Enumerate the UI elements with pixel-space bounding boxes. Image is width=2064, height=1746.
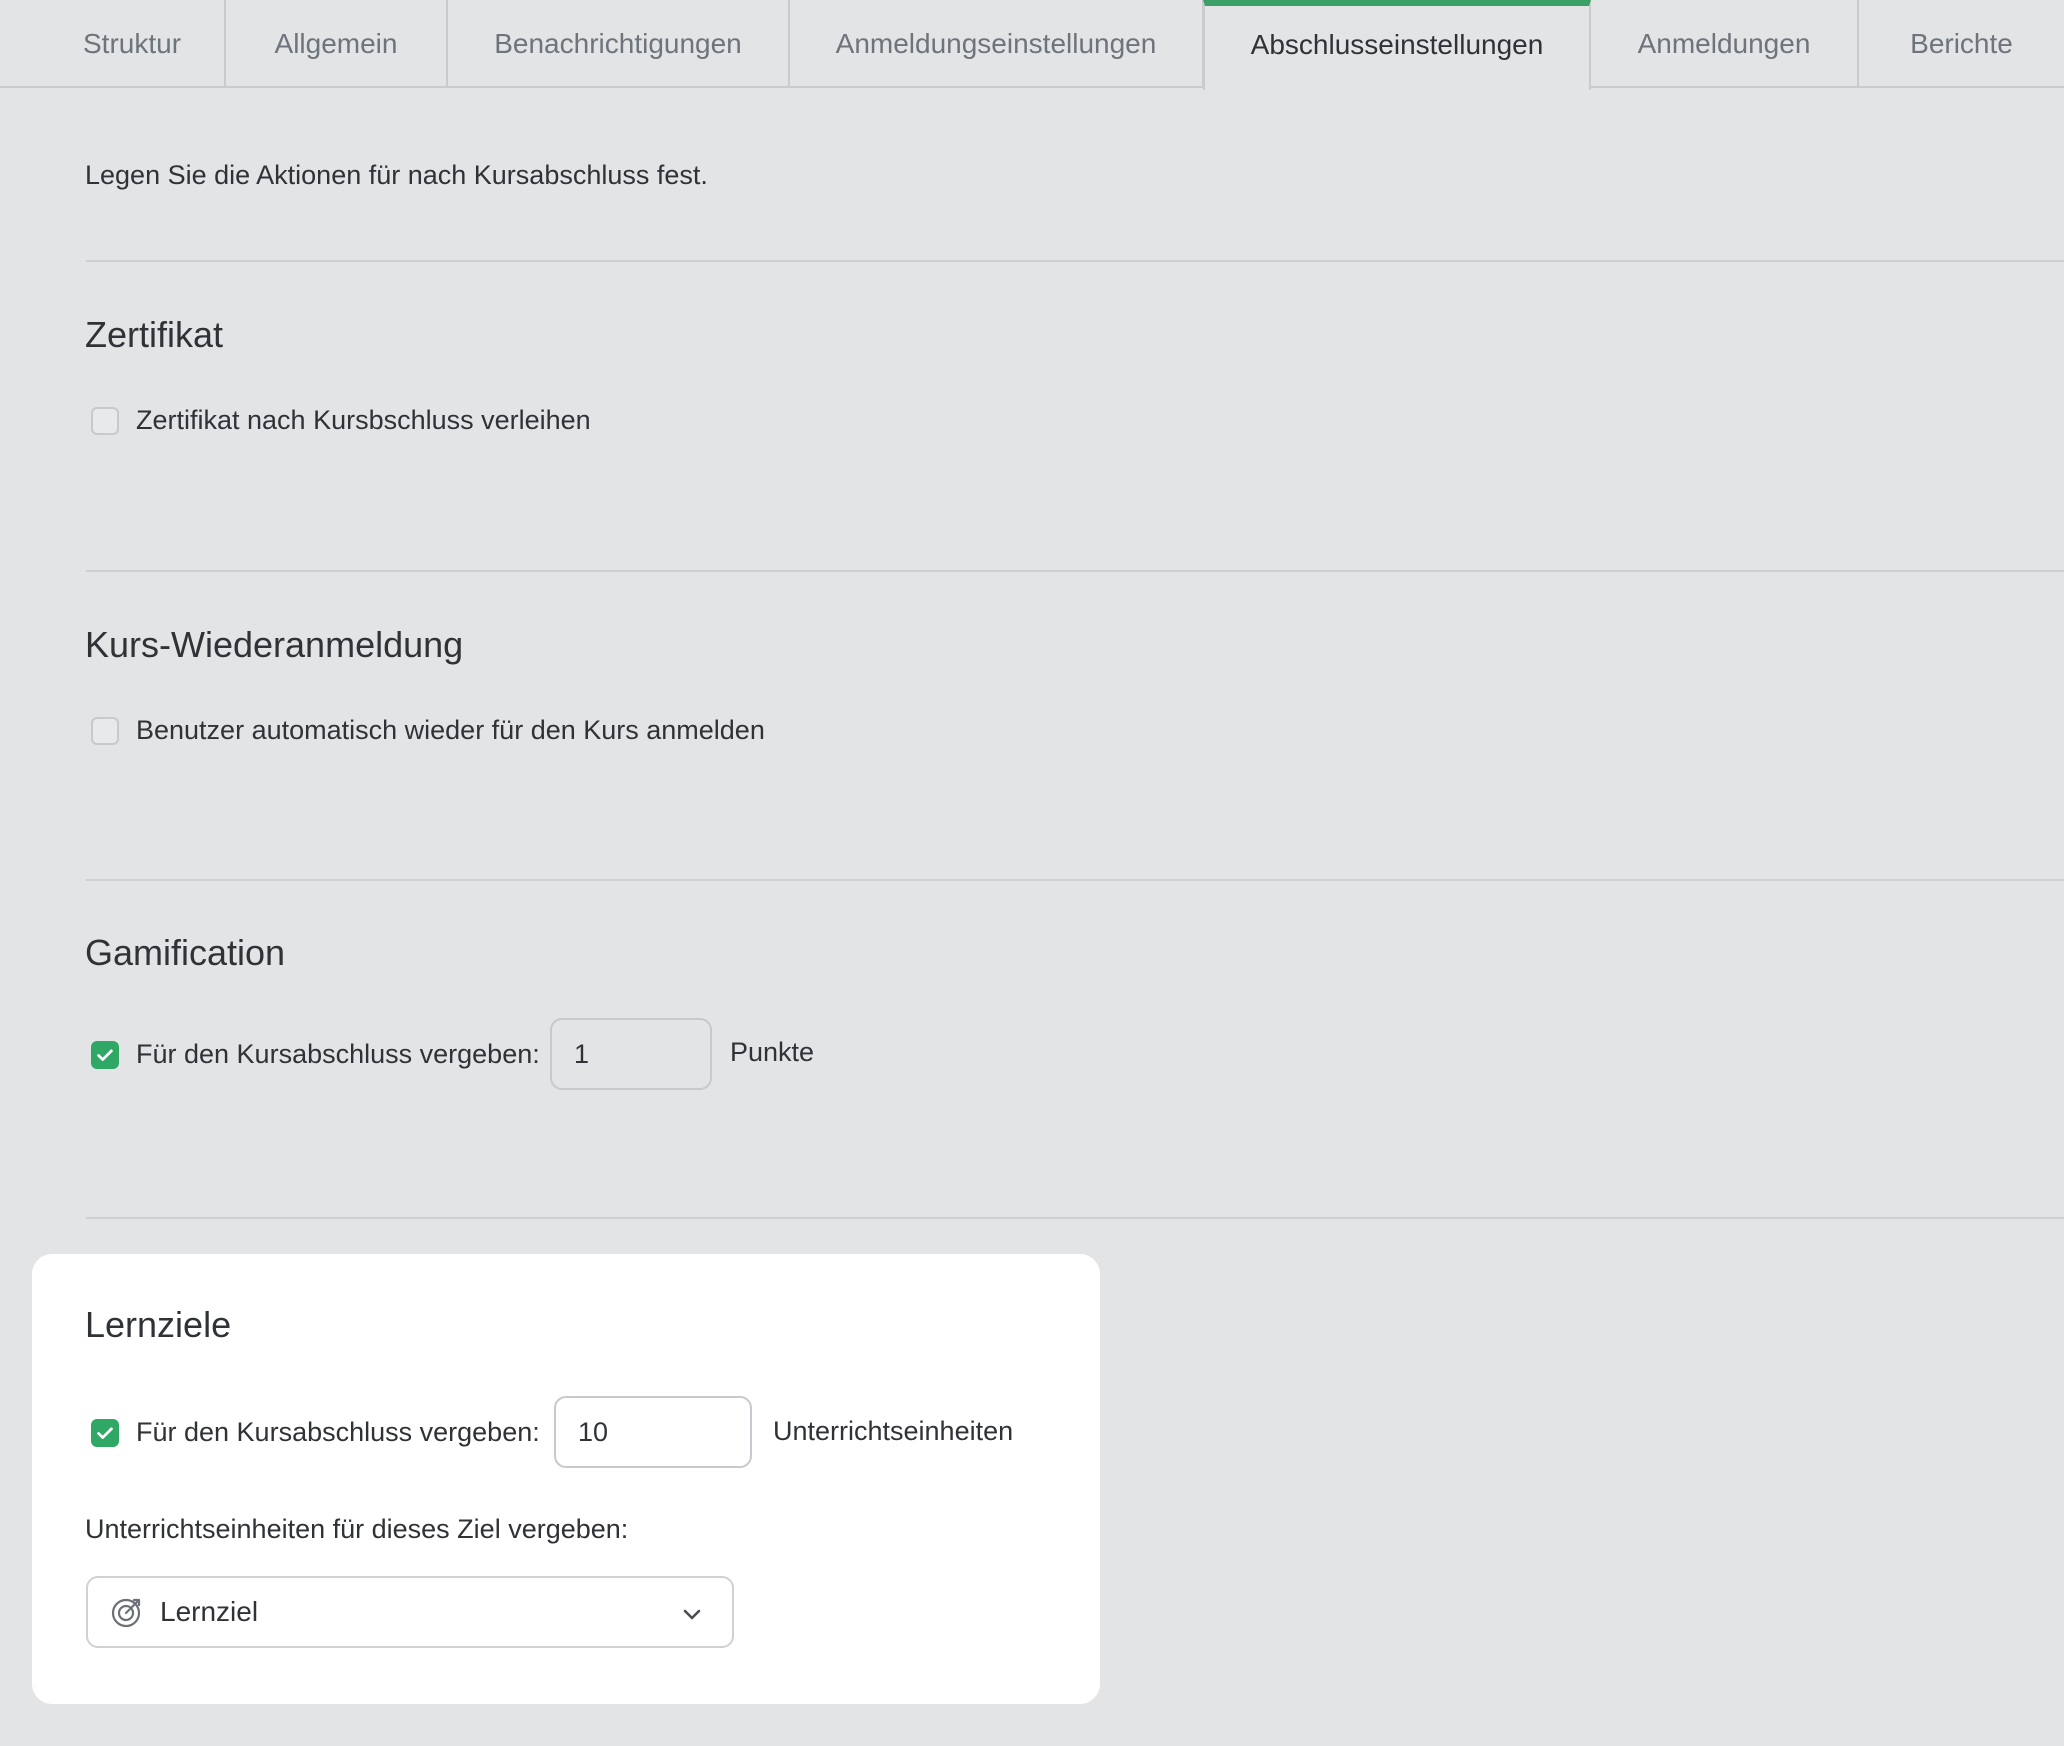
chevron-down-icon bbox=[683, 1609, 701, 1620]
tab-allgemein[interactable]: Allgemein bbox=[226, 0, 448, 88]
checkmark-icon bbox=[97, 1049, 113, 1061]
learning-goals-checkbox[interactable] bbox=[91, 1418, 119, 1447]
learning-goal-select-value: Lernziel bbox=[160, 1596, 259, 1627]
intro-text: Legen Sie die Aktionen für nach Kursabsc… bbox=[85, 160, 708, 190]
tab-label: Berichte bbox=[1910, 28, 2013, 59]
points-input[interactable] bbox=[550, 1018, 712, 1090]
learning-goals-title: Lernziele bbox=[85, 1304, 232, 1345]
checkmark-icon bbox=[97, 1427, 113, 1439]
tab-anmeldungen[interactable]: Anmeldungen bbox=[1591, 0, 1859, 88]
learning-goals-option: Für den Kursabschluss vergeben: bbox=[91, 1417, 540, 1448]
tab-label: Anmeldungseinstellungen bbox=[835, 28, 1157, 59]
certificate-title: Zertifikat bbox=[85, 314, 224, 355]
certificate-option: Zertifikat nach Kursbschluss verleihen bbox=[91, 405, 591, 436]
tab-label: Struktur bbox=[82, 28, 182, 59]
reenroll-checkbox-label[interactable]: Benutzer automatisch wieder für den Kurs… bbox=[136, 715, 765, 746]
tab-label: Abschlusseinstellungen bbox=[1250, 29, 1544, 60]
certificate-checkbox-label[interactable]: Zertifikat nach Kursbschluss verleihen bbox=[136, 405, 591, 436]
gamification-title: Gamification bbox=[85, 932, 286, 973]
points-unit: Punkte bbox=[730, 1037, 815, 1067]
learning-goals-checkbox-label[interactable]: Für den Kursabschluss vergeben: bbox=[136, 1417, 540, 1448]
divider bbox=[86, 260, 2064, 262]
reenroll-title: Kurs-Wiederanmeldung bbox=[85, 624, 464, 665]
tab-berichte[interactable]: Berichte bbox=[1859, 0, 2064, 88]
tab-label: Allgemein bbox=[274, 28, 398, 59]
tab-benachrichtigungen[interactable]: Benachrichtigungen bbox=[448, 0, 790, 88]
tab-struktur[interactable]: Struktur bbox=[40, 0, 226, 88]
tab-label: Benachrichtigungen bbox=[494, 28, 742, 59]
certificate-checkbox[interactable] bbox=[91, 406, 119, 435]
target-icon bbox=[110, 1595, 144, 1629]
divider bbox=[86, 879, 2064, 881]
tab-abschlusseinstellungen[interactable]: Abschlusseinstellungen bbox=[1203, 0, 1591, 90]
reenroll-option: Benutzer automatisch wieder für den Kurs… bbox=[91, 715, 765, 746]
gamification-checkbox[interactable] bbox=[91, 1040, 119, 1069]
learning-goals-card: Lernziele Für den Kursabschluss vergeben… bbox=[32, 1254, 1100, 1704]
units-input[interactable] bbox=[554, 1396, 752, 1468]
units-unit: Unterrichtseinheiten bbox=[773, 1416, 1014, 1446]
tab-label: Anmeldungen bbox=[1637, 28, 1811, 59]
learning-goal-select[interactable]: Lernziel bbox=[86, 1576, 734, 1648]
goal-label: Unterrichtseinheiten für dieses Ziel ver… bbox=[85, 1514, 629, 1544]
tab-anmeldungseinstellungen[interactable]: Anmeldungseinstellungen bbox=[790, 0, 1204, 88]
tab-bar: Struktur Allgemein Benachrichtigungen An… bbox=[0, 0, 2064, 90]
divider bbox=[86, 1217, 2064, 1219]
reenroll-checkbox[interactable] bbox=[91, 716, 119, 745]
gamification-option: Für den Kursabschluss vergeben: bbox=[91, 1039, 540, 1070]
course-settings-page: Struktur Allgemein Benachrichtigungen An… bbox=[0, 0, 2064, 1746]
divider bbox=[86, 570, 2064, 572]
gamification-checkbox-label[interactable]: Für den Kursabschluss vergeben: bbox=[136, 1039, 540, 1070]
